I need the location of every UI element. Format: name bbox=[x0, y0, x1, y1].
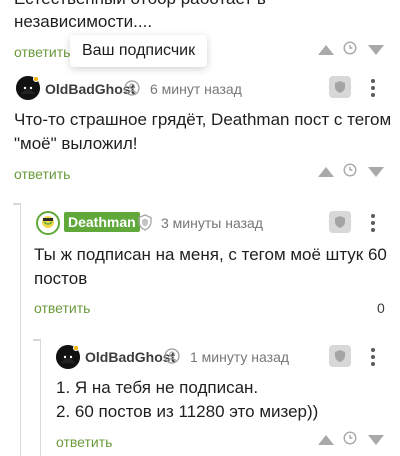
more-vertical-icon[interactable] bbox=[368, 78, 378, 103]
more-vertical-icon[interactable] bbox=[368, 213, 378, 238]
upvote-icon[interactable] bbox=[316, 433, 336, 452]
online-indicator bbox=[33, 76, 39, 82]
comment-text-line: независимости.... bbox=[14, 12, 153, 31]
shield-icon[interactable] bbox=[329, 76, 351, 98]
comment-text-line: Ты ж подписан на меня, с тегом моё штук … bbox=[34, 245, 387, 264]
comment-time: 6 минут назад bbox=[150, 81, 242, 97]
clock-icon bbox=[343, 41, 357, 60]
subscriber-tooltip: Ваш подписчик bbox=[70, 35, 208, 67]
shield-icon[interactable] bbox=[329, 211, 351, 233]
subscriber-icon[interactable] bbox=[124, 80, 140, 101]
comment-text-line: Что-то страшное грядёт, Deathman пост с … bbox=[14, 110, 392, 129]
shield-icon[interactable] bbox=[329, 345, 351, 367]
comment-author[interactable]: OldBadGhost bbox=[85, 349, 175, 365]
comment-text-line: "моё" выложил! bbox=[14, 134, 138, 153]
subscriber-icon[interactable] bbox=[164, 348, 180, 369]
upvote-icon[interactable] bbox=[316, 43, 336, 62]
more-vertical-icon[interactable] bbox=[368, 347, 378, 372]
shield-icon bbox=[137, 214, 153, 236]
comment-author-badge[interactable]: Deathman bbox=[64, 212, 140, 232]
comment-text-line: 2. 60 постов из 11280 это мизер)) bbox=[56, 402, 319, 421]
downvote-icon[interactable] bbox=[366, 433, 386, 452]
avatar[interactable] bbox=[36, 211, 60, 240]
thread-line[interactable] bbox=[40, 341, 41, 456]
comment-text-line: постов bbox=[34, 269, 88, 288]
comment-time: 1 минуту назад bbox=[190, 349, 290, 365]
thread-line[interactable] bbox=[20, 205, 21, 456]
clock-icon bbox=[343, 163, 357, 182]
upvote-icon[interactable] bbox=[316, 165, 336, 184]
reply-link[interactable]: ответить bbox=[34, 300, 90, 316]
reply-link[interactable]: ответить bbox=[14, 44, 70, 60]
comment-author[interactable]: OldBadGhost bbox=[45, 81, 135, 97]
online-indicator bbox=[73, 345, 79, 351]
reply-link[interactable]: ответить bbox=[14, 166, 70, 182]
downvote-icon[interactable] bbox=[366, 43, 386, 62]
downvote-icon[interactable] bbox=[366, 165, 386, 184]
comment-rating: 0 bbox=[377, 300, 385, 316]
reply-link[interactable]: ответить bbox=[56, 434, 112, 450]
comment-time: 3 минуты назад bbox=[161, 215, 263, 231]
clock-icon bbox=[343, 431, 357, 450]
comment-text-line: 1. Я на тебя не подписан. bbox=[56, 378, 259, 397]
